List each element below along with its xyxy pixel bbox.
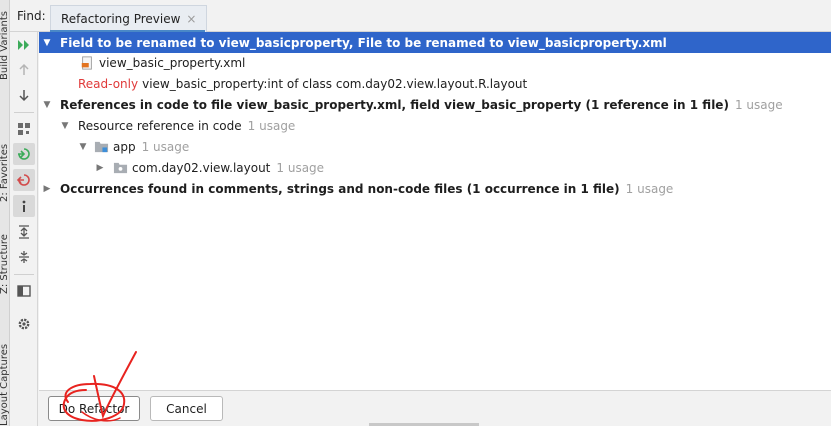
tree-row-label: Resource reference in code [78, 118, 242, 133]
tree-row-label: view_basic_property:int of class com.day… [142, 76, 528, 91]
usage-count: 1 usage [247, 118, 296, 133]
action-bar: Do Refactor Cancel [39, 390, 831, 426]
tree-row-label: app [113, 139, 136, 154]
find-label: Find: [17, 9, 46, 23]
rerun-icon[interactable] [13, 34, 35, 56]
collapse-arrow-icon[interactable]: ▼ [77, 142, 89, 152]
up-arrow-icon[interactable] [13, 59, 35, 81]
close-icon[interactable]: × [186, 12, 196, 26]
tree-row-field-rename[interactable]: ▼ Field to be renamed to view_basicprope… [39, 32, 831, 53]
tree-row-resource-reference[interactable]: ▼ Resource reference in code 1 usage [39, 115, 831, 136]
xml-file-icon [79, 55, 95, 71]
tree-row-label: view_basic_property.xml [99, 55, 246, 70]
settings-icon[interactable] [13, 313, 35, 335]
collapse-arrow-icon[interactable]: ▼ [59, 121, 71, 131]
tab-refactoring-preview[interactable]: Refactoring Preview × [50, 5, 208, 32]
refactoring-preview-tree: ▼ Field to be renamed to view_basicprope… [39, 32, 831, 390]
tree-row-label: Occurrences found in comments, strings a… [60, 181, 620, 196]
export-icon[interactable] [13, 169, 35, 191]
module-folder-icon [93, 139, 109, 155]
import-icon[interactable] [13, 143, 35, 165]
find-bar: Find: Refactoring Preview × [10, 0, 831, 32]
side-tool-strip: Build Variants 2: Favorites Z: Structure… [0, 0, 10, 426]
group-icon[interactable] [13, 118, 35, 140]
side-tab-structure[interactable]: Z: Structure [0, 208, 9, 294]
tree-row-occurrences[interactable]: ▶ Occurrences found in comments, strings… [39, 178, 831, 199]
usage-count: 1 usage [141, 139, 190, 154]
preview-icon[interactable] [13, 280, 35, 302]
side-tab-layout-captures[interactable]: Layout Captures [0, 306, 9, 426]
expand-arrow-icon[interactable]: ▶ [41, 184, 53, 194]
down-arrow-icon[interactable] [13, 84, 35, 106]
tree-row-package[interactable]: ▶ com.day02.view.layout 1 usage [39, 157, 831, 178]
side-tab-favorites[interactable]: 2: Favorites [0, 112, 9, 202]
find-toolbar [10, 32, 38, 426]
tree-row-app-module[interactable]: ▼ app 1 usage [39, 136, 831, 157]
toolbar-separator [14, 112, 34, 113]
side-tab-build-variants[interactable]: Build Variants [0, 0, 9, 80]
info-icon[interactable] [13, 195, 35, 217]
tree-row-xml-file[interactable]: view_basic_property.xml [39, 52, 831, 73]
usage-count: 1 usage [625, 181, 674, 196]
package-folder-icon [112, 160, 128, 176]
tree-row-code-references[interactable]: ▼ References in code to file view_basic_… [39, 94, 831, 115]
usage-count: 1 usage [276, 160, 325, 175]
usage-count: 1 usage [734, 97, 783, 112]
expand-arrow-icon[interactable]: ▶ [94, 163, 106, 173]
do-refactor-button[interactable]: Do Refactor [48, 396, 140, 421]
collapse-arrow-icon[interactable]: ▼ [41, 38, 53, 48]
readonly-badge: Read-only [78, 76, 139, 91]
collapse-all-icon[interactable] [13, 246, 35, 268]
tree-row-label: Field to be renamed to view_basicpropert… [60, 35, 667, 50]
expand-all-icon[interactable] [13, 221, 35, 243]
tree-row-label: com.day02.view.layout [132, 160, 271, 175]
collapse-arrow-icon[interactable]: ▼ [41, 100, 53, 110]
tab-label: Refactoring Preview [61, 12, 181, 26]
tree-row-label: References in code to file view_basic_pr… [60, 97, 729, 112]
tree-row-readonly-field[interactable]: Read-only view_basic_property:int of cla… [39, 73, 831, 94]
toolbar-separator [14, 274, 34, 275]
cancel-button[interactable]: Cancel [150, 396, 223, 421]
